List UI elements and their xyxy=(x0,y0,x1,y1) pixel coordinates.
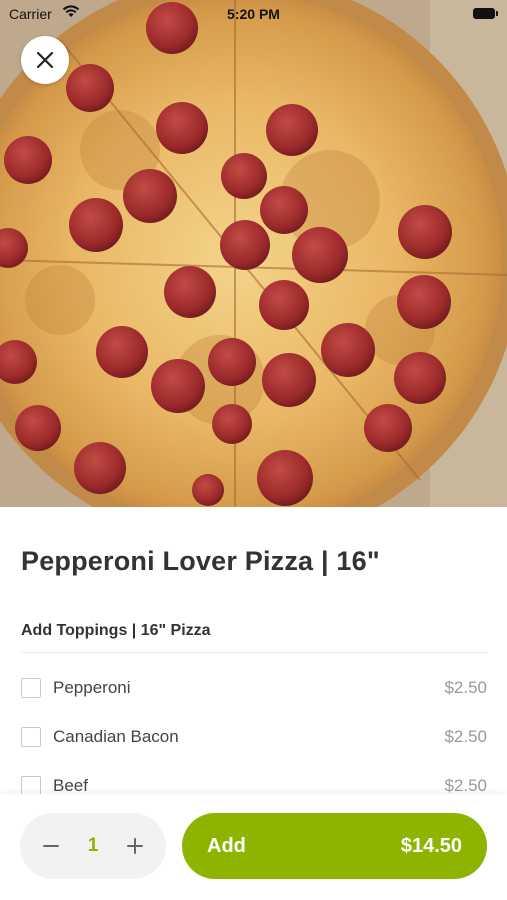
status-bar: Carrier 5:20 PM xyxy=(0,0,507,28)
topping-checkbox[interactable] xyxy=(21,727,41,747)
topping-price: $2.50 xyxy=(444,727,487,746)
minus-icon xyxy=(43,845,59,847)
status-time: 5:20 PM xyxy=(227,6,280,22)
hero-pizza-image xyxy=(0,0,507,507)
plus-icon xyxy=(126,838,143,854)
quantity-value: 1 xyxy=(87,835,99,856)
close-button[interactable] xyxy=(21,36,69,84)
topping-option-canadian-bacon[interactable]: Canadian Bacon $2.50 xyxy=(21,725,487,749)
pizza-illustration xyxy=(0,0,507,507)
topping-price: $2.50 xyxy=(444,776,487,795)
add-button-label: Add xyxy=(207,834,246,857)
topping-label: Pepperoni xyxy=(53,678,131,697)
bottom-action-bar: 1 Add $14.50 xyxy=(0,794,507,900)
topping-label: Canadian Bacon xyxy=(53,727,179,746)
quantity-stepper: 1 xyxy=(20,813,166,879)
decrement-button[interactable] xyxy=(40,835,62,857)
add-button-total: $14.50 xyxy=(400,834,462,857)
topping-checkbox[interactable] xyxy=(21,678,41,698)
topping-price: $2.50 xyxy=(444,678,487,697)
section-divider xyxy=(21,652,487,653)
topping-option-pepperoni[interactable]: Pepperoni $2.50 xyxy=(21,676,487,700)
topping-label: Beef xyxy=(53,776,88,795)
close-icon xyxy=(36,51,54,69)
toppings-section-title: Add Toppings | 16" Pizza xyxy=(21,622,211,639)
add-to-cart-button[interactable]: Add $14.50 xyxy=(182,813,487,879)
battery-icon xyxy=(473,8,498,19)
increment-button[interactable] xyxy=(124,835,146,857)
topping-checkbox[interactable] xyxy=(21,776,41,796)
item-title: Pepperoni Lover Pizza | 16" xyxy=(21,546,380,576)
